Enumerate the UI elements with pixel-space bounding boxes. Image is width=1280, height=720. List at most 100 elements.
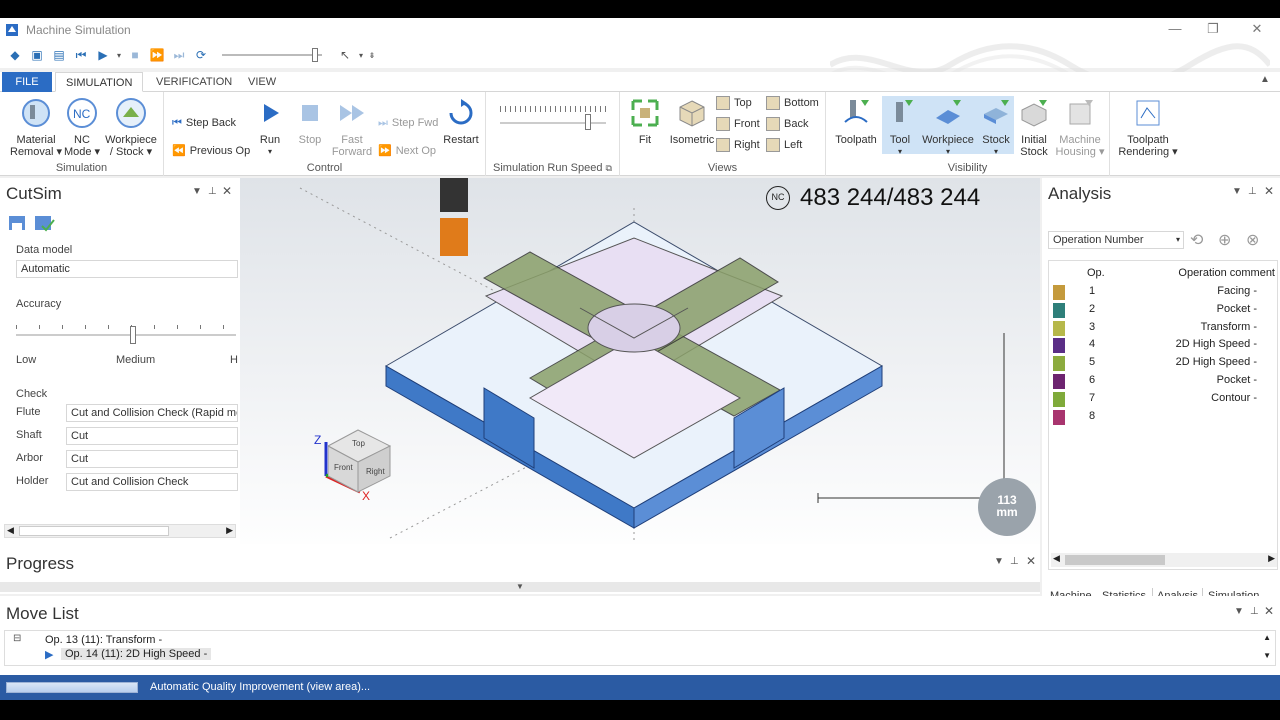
tab-view[interactable]: VIEW (238, 72, 286, 92)
isometric-button[interactable]: Isometric (664, 96, 720, 146)
material-removal-button[interactable]: Material Removal ▾ (6, 96, 66, 158)
operation-row[interactable]: 3 Transform - (1049, 319, 1269, 337)
operation-row[interactable]: 2 Pocket - (1049, 301, 1269, 319)
cutsim-apply-icon[interactable] (32, 212, 58, 234)
minimize-button[interactable]: — (1160, 21, 1190, 39)
accuracy-slider[interactable] (16, 320, 236, 346)
movelist-scroll-up-icon[interactable]: ▲ (1263, 633, 1271, 642)
machine-housing-toggle[interactable]: Machine Housing ▾ (1052, 96, 1108, 158)
app-menu-icon[interactable]: ◆ (4, 45, 26, 65)
move-item-op14[interactable]: Op. 14 (11): 2D High Speed - (61, 648, 212, 660)
progress-close-icon[interactable]: ✕ (1026, 554, 1036, 568)
open-icon[interactable]: ▣ (26, 45, 48, 65)
analysis-type-select[interactable]: Operation Number ▾ (1048, 231, 1184, 249)
step-fwd-button[interactable]: ⏭ Step Fwd (378, 114, 438, 132)
run-speed-slider[interactable] (500, 106, 606, 136)
shaft-field[interactable]: Cut (66, 427, 238, 445)
holder-field[interactable]: Cut and Collision Check (66, 473, 238, 491)
restore-button[interactable]: ❐ (1198, 21, 1228, 39)
flute-field[interactable]: Cut and Collision Check (Rapid mo (66, 404, 238, 422)
group-speed-label: Simulation Run Speed ⧉ (493, 162, 612, 174)
progress-dropdown-icon[interactable]: ▼ (994, 556, 1004, 567)
movelist-close-icon[interactable]: ✕ (1264, 604, 1274, 618)
next-op-button[interactable]: ⏩ Next Op (378, 142, 436, 160)
play-dropdown-icon[interactable]: ▾ (114, 45, 124, 65)
speed-slider-qat[interactable] (222, 48, 322, 62)
stock-icon (984, 100, 1009, 124)
fit-button[interactable]: Fit (622, 96, 668, 146)
rewind-icon[interactable]: ⏮ (70, 45, 92, 65)
fast-forward-icon[interactable]: ⏩ (146, 45, 168, 65)
stop-button[interactable]: Stop (290, 96, 330, 146)
comment-column-header[interactable]: Operation comment (1178, 267, 1275, 279)
workpiece-stock-button[interactable]: Workpiece / Stock ▾ (100, 96, 162, 158)
analysis-close-icon[interactable]: ✕ (1264, 184, 1274, 198)
progress-pin-icon[interactable]: ⊥ (1010, 556, 1019, 567)
cutsim-horizontal-scrollbar[interactable]: ◀ ▶ (4, 524, 236, 538)
play-icon[interactable]: ▶ (92, 45, 114, 65)
op-number: 3 (1089, 320, 1096, 333)
view-left-button[interactable]: Left (766, 136, 802, 154)
operation-row[interactable]: 6 Pocket - (1049, 372, 1269, 390)
analysis-remove-icon[interactable]: ⊗ (1246, 230, 1259, 250)
toolpath-toggle[interactable]: Toolpath (828, 96, 884, 146)
op-column-header[interactable]: Op. (1087, 267, 1105, 279)
customize-qat-icon[interactable]: ⇟ (366, 45, 378, 65)
tab-simulation[interactable]: SIMULATION (55, 72, 144, 92)
step-back-button[interactable]: ⏮ Step Back (172, 114, 236, 132)
fast-forward-button[interactable]: Fast Forward (328, 96, 376, 158)
view-front-button[interactable]: Front (716, 115, 760, 133)
operation-row[interactable]: 8 (1049, 408, 1269, 426)
operation-row[interactable]: 1 Facing - (1049, 283, 1269, 301)
analysis-pin-icon[interactable]: ⊥ (1248, 186, 1257, 197)
operation-row[interactable]: 7 Contour - (1049, 390, 1269, 408)
collapse-icon[interactable]: ⊟ (13, 633, 21, 644)
cutsim-close-icon[interactable]: ✕ (222, 184, 232, 198)
analysis-add-icon[interactable]: ⊕ (1218, 230, 1231, 250)
skip-end-icon[interactable]: ⏭ (168, 45, 190, 65)
operation-row[interactable]: 5 2D High Speed - (1049, 354, 1269, 372)
move-item-op13[interactable]: Op. 13 (11): Transform - (45, 634, 162, 646)
view-top-button[interactable]: Top (716, 94, 752, 112)
analysis-dropdown-icon[interactable]: ▼ (1232, 186, 1242, 197)
speed-launcher-icon[interactable]: ⧉ (606, 163, 612, 173)
view-back-button[interactable]: Back (766, 115, 808, 133)
workpiece-toggle[interactable]: Workpiece ▾ (918, 96, 978, 156)
analysis-horizontal-scrollbar[interactable]: ◀ ▶ (1051, 553, 1277, 567)
data-model-field[interactable]: Automatic (16, 260, 238, 278)
arbor-field[interactable]: Cut (66, 450, 238, 468)
tab-verification[interactable]: VERIFICATION (146, 72, 242, 92)
previous-op-button[interactable]: ⏪ Previous Op (172, 142, 250, 160)
movelist-pin-icon[interactable]: ⊥ (1250, 606, 1259, 617)
help-icon[interactable]: ▲ (1260, 74, 1270, 85)
stop-icon[interactable]: ■ (124, 45, 146, 65)
save-icon[interactable]: ▤ (48, 45, 70, 65)
operation-row[interactable]: 4 2D High Speed - (1049, 336, 1269, 354)
progress-splitter[interactable]: ▼ (0, 582, 1040, 592)
nc-mode-icon: NC (67, 98, 97, 128)
movelist-dropdown-icon[interactable]: ▼ (1234, 606, 1244, 617)
view-bottom-button[interactable]: Bottom (766, 94, 819, 112)
tab-file[interactable]: FILE (2, 72, 52, 92)
view-right-button[interactable]: Right (716, 136, 760, 154)
restart-button[interactable]: Restart (438, 96, 484, 146)
cutsim-pin-icon[interactable]: ⊥ (208, 186, 217, 197)
view-cube-icon[interactable]: Top Front Right (328, 426, 398, 496)
tool-toggle[interactable]: Tool ▾ (882, 96, 918, 156)
restart-icon[interactable]: ⟳ (190, 45, 212, 65)
cutsim-save-icon[interactable] (6, 212, 32, 234)
movelist-scroll-down-icon[interactable]: ▼ (1263, 651, 1271, 660)
toolpath-rendering-button[interactable]: Toolpath Rendering ▾ (1116, 96, 1180, 158)
close-button[interactable]: ✕ (1242, 21, 1272, 39)
cursor-icon[interactable]: ↖ (334, 45, 356, 65)
cutsim-dropdown-icon[interactable]: ▼ (192, 186, 202, 197)
cursor-dropdown-icon[interactable]: ▾ (356, 45, 366, 65)
data-model-label: Data model (16, 244, 73, 256)
stock-toggle[interactable]: Stock ▾ (978, 96, 1014, 156)
simulation-viewport[interactable]: NC 483 244/483 244 113 mm Z X Top Front … (240, 178, 1040, 560)
run-button[interactable]: Run ▾ (250, 96, 290, 158)
nc-mode-button[interactable]: NC NC Mode ▾ (62, 96, 102, 158)
initial-stock-toggle[interactable]: Initial Stock (1014, 96, 1054, 158)
previous-op-icon: ⏪ (172, 145, 186, 157)
analysis-pick-icon[interactable]: ⟲ (1190, 230, 1203, 250)
